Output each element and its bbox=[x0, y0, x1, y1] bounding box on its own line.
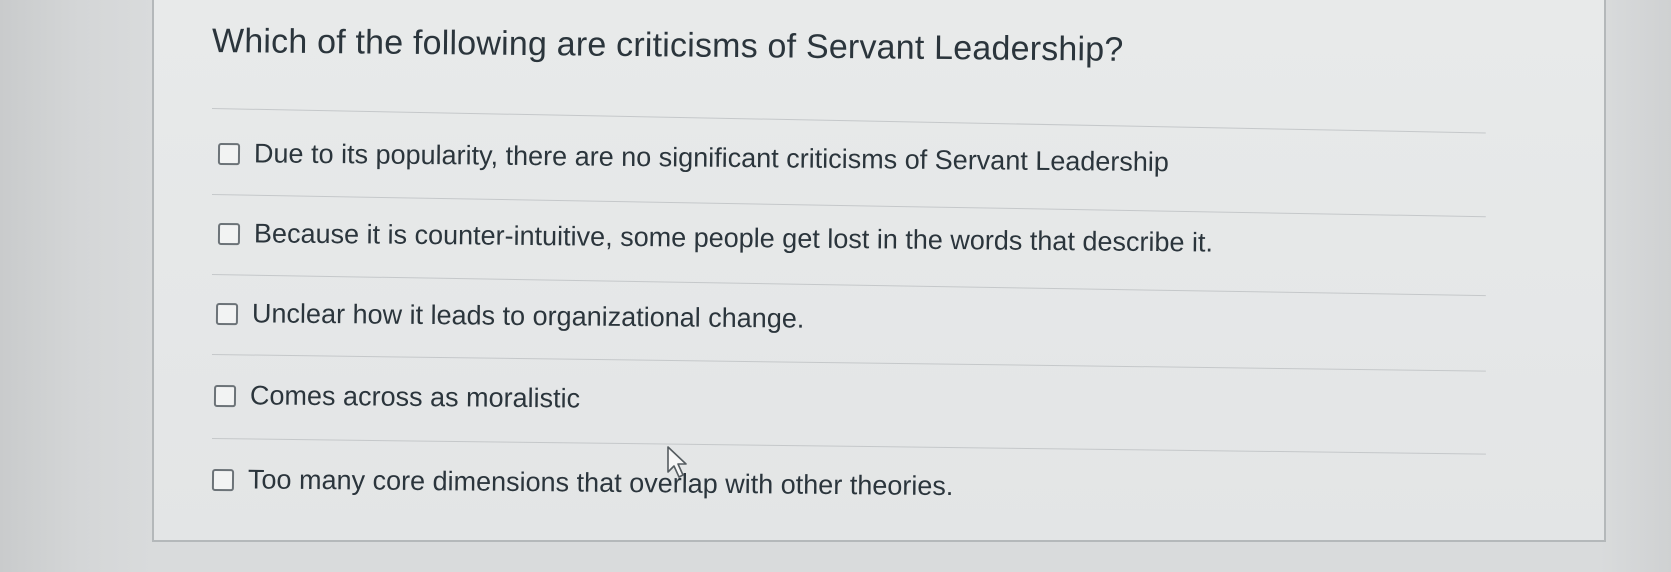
answer-option-label[interactable]: Because it is counter-intuitive, some pe… bbox=[254, 218, 1213, 258]
answer-divider bbox=[211, 108, 1486, 134]
answer-option-2[interactable]: Because it is counter-intuitive, some pe… bbox=[217, 218, 1213, 259]
empty-checkbox-icon[interactable] bbox=[211, 468, 235, 491]
mouse-pointer-icon bbox=[667, 446, 687, 478]
answer-divider bbox=[211, 274, 1486, 297]
empty-checkbox-icon[interactable] bbox=[217, 222, 241, 245]
empty-checkbox-icon[interactable] bbox=[217, 142, 241, 165]
answer-option-label[interactable]: Unclear how it leads to organizational c… bbox=[252, 298, 805, 334]
answer-divider bbox=[211, 438, 1486, 455]
question-title: Which of the following are criticisms of… bbox=[211, 22, 1124, 69]
answer-option-label[interactable]: Comes across as moralistic bbox=[250, 380, 580, 414]
answer-option-label[interactable]: Due to its popularity, there are no sign… bbox=[254, 138, 1169, 178]
answer-option-label[interactable]: Too many core dimensions that overlap wi… bbox=[248, 464, 954, 502]
empty-checkbox-icon[interactable] bbox=[213, 384, 237, 407]
answer-option-3[interactable]: Unclear how it leads to organizational c… bbox=[215, 298, 805, 335]
answer-option-4[interactable]: Comes across as moralistic bbox=[213, 380, 580, 415]
quiz-question-card: Which of the following are criticisms of… bbox=[152, 0, 1606, 542]
empty-checkbox-icon[interactable] bbox=[215, 302, 239, 325]
answer-option-1[interactable]: Due to its popularity, there are no sign… bbox=[217, 138, 1169, 178]
answer-option-5[interactable]: Too many core dimensions that overlap wi… bbox=[211, 464, 954, 502]
answer-divider bbox=[211, 194, 1486, 218]
answer-divider bbox=[211, 354, 1486, 372]
